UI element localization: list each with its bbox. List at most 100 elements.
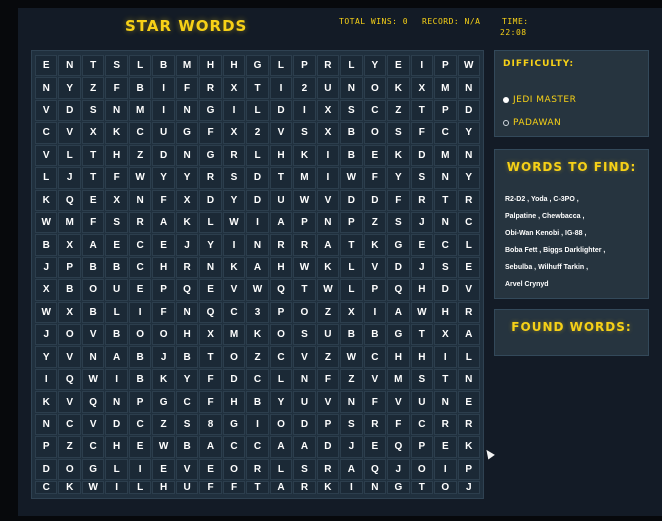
grid-cell[interactable]: G <box>387 234 410 256</box>
grid-cell[interactable]: H <box>175 324 199 346</box>
grid-cell[interactable]: 2 <box>246 122 269 144</box>
grid-cell[interactable]: B <box>128 346 152 368</box>
grid-cell[interactable]: U <box>316 77 340 99</box>
grid-cell[interactable]: Z <box>128 144 152 167</box>
grid-cell[interactable]: R <box>128 211 152 234</box>
grid-cell[interactable]: J <box>387 458 410 480</box>
grid-cell[interactable]: C <box>175 391 199 413</box>
grid-cell[interactable]: N <box>246 234 269 256</box>
grid-cell[interactable]: B <box>81 256 105 279</box>
grid-cell[interactable]: R <box>316 55 340 77</box>
grid-cell[interactable]: I <box>152 77 175 99</box>
grid-cell[interactable]: F <box>199 122 222 144</box>
grid-cell[interactable]: E <box>363 436 387 458</box>
grid-cell[interactable]: G <box>222 413 246 436</box>
grid-cell[interactable]: L <box>128 55 152 77</box>
grid-cell[interactable]: R <box>316 458 340 480</box>
grid-cell[interactable]: D <box>35 458 58 480</box>
grid-cell[interactable]: P <box>410 436 434 458</box>
grid-cell[interactable]: W <box>81 481 105 494</box>
grid-cell[interactable]: U <box>410 391 434 413</box>
grid-cell[interactable]: B <box>175 346 199 368</box>
grid-cell[interactable]: D <box>222 368 246 391</box>
grid-cell[interactable]: C <box>128 256 152 279</box>
grid-cell[interactable]: J <box>35 256 58 279</box>
grid-cell[interactable]: V <box>363 256 387 279</box>
grid-cell[interactable]: D <box>152 144 175 167</box>
grid-cell[interactable]: V <box>58 122 81 144</box>
grid-cell[interactable]: F <box>105 167 128 189</box>
grid-cell[interactable]: D <box>363 189 387 211</box>
grid-cell[interactable]: T <box>434 189 457 211</box>
grid-cell[interactable]: Y <box>152 167 175 189</box>
grid-cell[interactable]: I <box>152 99 175 122</box>
grid-cell[interactable]: Y <box>457 167 480 189</box>
grid-cell[interactable]: D <box>246 189 269 211</box>
grid-cell[interactable]: D <box>199 189 222 211</box>
grid-cell[interactable]: N <box>175 99 199 122</box>
grid-cell[interactable]: N <box>199 256 222 279</box>
grid-cell[interactable]: N <box>105 391 128 413</box>
grid-cell[interactable]: O <box>81 279 105 301</box>
grid-cell[interactable]: U <box>175 481 199 494</box>
grid-cell[interactable]: B <box>128 77 152 99</box>
grid-cell[interactable]: X <box>316 99 340 122</box>
grid-cell[interactable]: G <box>387 481 410 494</box>
grid-cell[interactable]: O <box>152 324 175 346</box>
grid-cell[interactable]: S <box>105 211 128 234</box>
grid-cell[interactable]: H <box>222 55 246 77</box>
grid-cell[interactable]: R <box>457 301 480 324</box>
grid-cell[interactable]: C <box>35 481 58 494</box>
grid-cell[interactable]: Q <box>58 189 81 211</box>
grid-cell[interactable]: R <box>269 234 293 256</box>
grid-cell[interactable]: T <box>81 144 105 167</box>
grid-cell[interactable]: B <box>152 55 175 77</box>
grid-cell[interactable]: B <box>340 144 363 167</box>
grid-cell[interactable]: S <box>81 99 105 122</box>
grid-cell[interactable]: A <box>269 211 293 234</box>
grid-cell[interactable]: K <box>246 324 269 346</box>
grid-cell[interactable]: W <box>35 301 58 324</box>
grid-cell[interactable]: X <box>316 122 340 144</box>
grid-cell[interactable]: M <box>434 144 457 167</box>
grid-cell[interactable]: C <box>269 346 293 368</box>
grid-cell[interactable]: F <box>363 167 387 189</box>
grid-cell[interactable]: 2 <box>293 77 316 99</box>
grid-cell[interactable]: Q <box>175 279 199 301</box>
grid-cell[interactable]: Y <box>175 167 199 189</box>
grid-cell[interactable]: B <box>105 324 128 346</box>
grid-cell[interactable]: J <box>175 234 199 256</box>
grid-cell[interactable]: L <box>246 99 269 122</box>
grid-cell[interactable]: Y <box>175 368 199 391</box>
grid-cell[interactable]: N <box>293 368 316 391</box>
grid-cell[interactable]: C <box>128 413 152 436</box>
grid-cell[interactable]: I <box>293 99 316 122</box>
grid-cell[interactable]: I <box>316 144 340 167</box>
grid-cell[interactable]: S <box>410 368 434 391</box>
grid-cell[interactable]: A <box>269 481 293 494</box>
grid-cell[interactable]: P <box>457 458 480 480</box>
grid-cell[interactable]: J <box>58 167 81 189</box>
grid-cell[interactable]: X <box>35 279 58 301</box>
grid-cell[interactable]: I <box>340 481 363 494</box>
grid-cell[interactable]: V <box>175 458 199 480</box>
grid-cell[interactable]: B <box>35 234 58 256</box>
grid-cell[interactable]: M <box>387 368 410 391</box>
grid-cell[interactable]: P <box>293 211 316 234</box>
grid-cell[interactable]: I <box>434 346 457 368</box>
grid-cell[interactable]: E <box>81 189 105 211</box>
grid-cell[interactable]: O <box>363 122 387 144</box>
grid-cell[interactable]: B <box>105 256 128 279</box>
grid-cell[interactable]: P <box>152 279 175 301</box>
grid-cell[interactable]: V <box>387 391 410 413</box>
grid-cell[interactable]: A <box>199 436 222 458</box>
grid-cell[interactable]: C <box>35 122 58 144</box>
grid-cell[interactable]: A <box>387 301 410 324</box>
grid-cell[interactable]: S <box>175 413 199 436</box>
grid-cell[interactable]: Y <box>58 77 81 99</box>
grid-cell[interactable]: I <box>222 99 246 122</box>
grid-cell[interactable]: V <box>35 99 58 122</box>
grid-cell[interactable]: L <box>457 234 480 256</box>
difficulty-option-padawan[interactable]: PADAWAN <box>503 118 561 128</box>
grid-cell[interactable]: P <box>128 391 152 413</box>
